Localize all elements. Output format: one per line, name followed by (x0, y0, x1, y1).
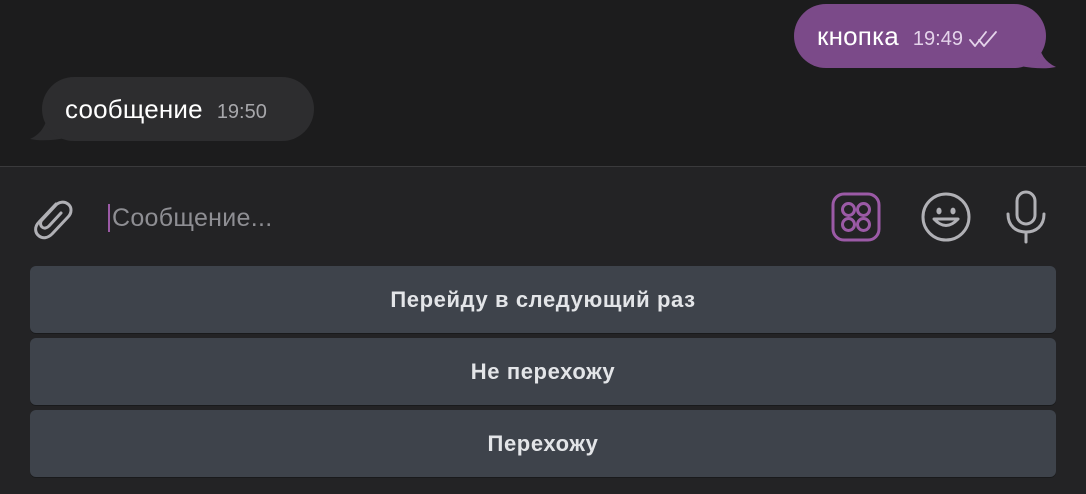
reply-keyboard-button-next-time[interactable]: Перейду в следующий раз (30, 266, 1056, 333)
text-caret (108, 204, 110, 232)
reply-keyboard-button-switching[interactable]: Перехожу (30, 410, 1056, 477)
message-list[interactable]: кнопка 19:49 сообщение 19:50 (0, 0, 1086, 166)
microphone-icon[interactable] (1004, 190, 1048, 244)
double-check-read-icon (969, 31, 997, 47)
incoming-message-bubble[interactable]: сообщение 19:50 (42, 77, 314, 141)
message-input[interactable]: Сообщение... (108, 198, 808, 238)
message-input-placeholder: Сообщение... (112, 203, 273, 232)
telegram-chat-window: кнопка 19:49 сообщение 19:50 Сообщение..… (0, 0, 1086, 494)
incoming-message-text: сообщение (65, 93, 203, 124)
outgoing-message-bubble[interactable]: кнопка 19:49 (794, 4, 1046, 68)
incoming-message-time: 19:50 (216, 100, 267, 123)
paperclip-icon[interactable] (26, 192, 76, 242)
reply-keyboard-button-not-switching[interactable]: Не перехожу (30, 338, 1056, 405)
outgoing-message-text: кнопка (817, 20, 899, 51)
outgoing-message-time: 19:49 (912, 27, 963, 50)
emoji-smile-icon[interactable] (920, 191, 972, 243)
bot-keyboard-icon[interactable] (831, 192, 881, 242)
